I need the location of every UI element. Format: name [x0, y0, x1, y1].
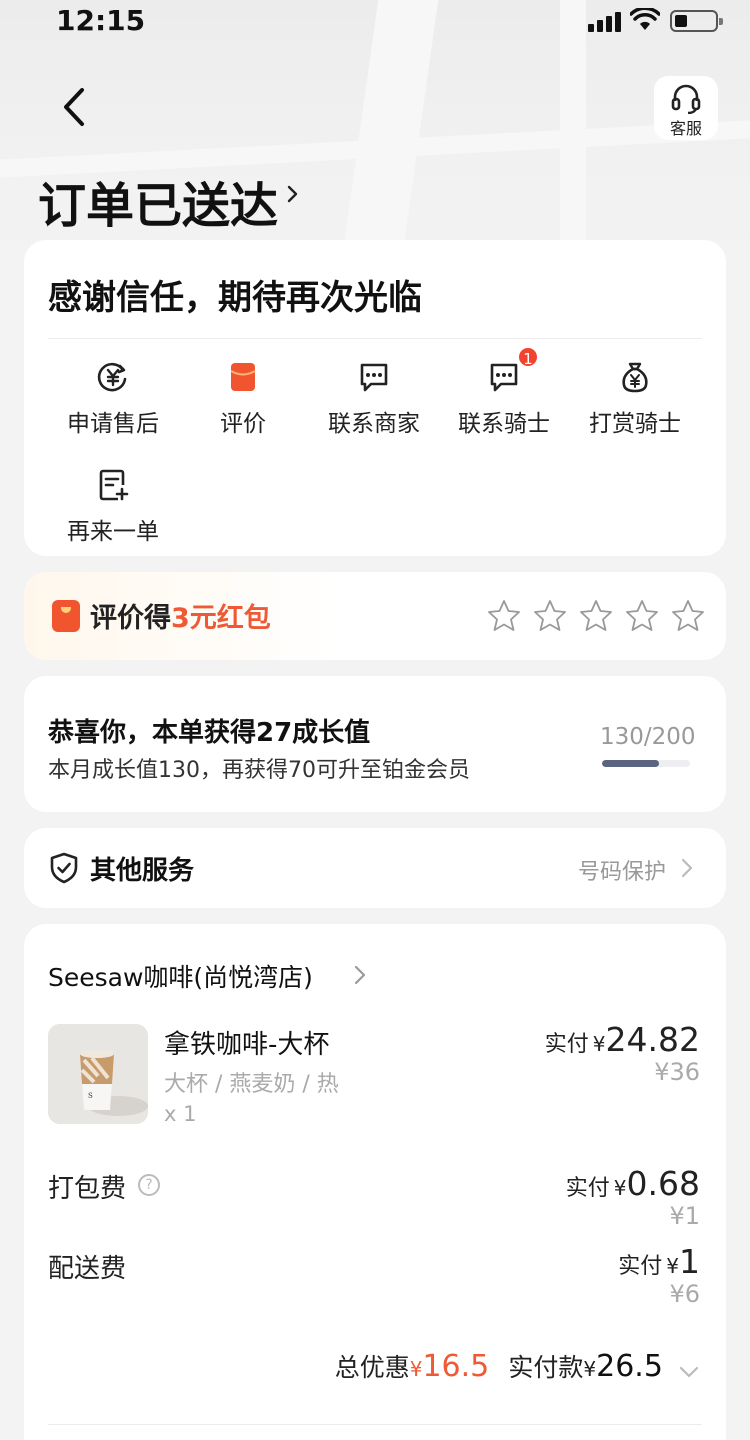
total-summary[interactable]: 总优惠¥16.5 实付款¥26.5	[335, 1348, 700, 1388]
coffee-cup-image: S	[48, 1024, 148, 1124]
original-price: ¥1	[669, 1202, 700, 1230]
action-label: 评价	[220, 411, 266, 437]
action-label: 联系商家	[328, 411, 420, 437]
total-paid-label: 实付款	[508, 1353, 584, 1382]
original-price: ¥36	[654, 1058, 700, 1086]
product-name: 拿铁咖啡-大杯	[164, 1030, 330, 1060]
shield-check-icon	[50, 852, 78, 884]
order-detail-card: Seesaw咖啡(尚悦湾店) S 拿铁咖啡-大杯 大杯 / 燕麦奶 / 热 x …	[24, 924, 726, 1440]
growth-title: 恭喜你，本单获得27成长值	[48, 718, 371, 748]
total-paid-amount: ¥26.5	[583, 1349, 663, 1384]
star-icon[interactable]	[486, 598, 522, 634]
discount-label: 总优惠	[334, 1353, 410, 1382]
packing-fee-label: 打包费	[48, 1174, 127, 1204]
star-icon[interactable]	[578, 598, 614, 634]
action-label: 联系骑士	[458, 411, 550, 437]
red-envelope-icon	[230, 363, 256, 391]
money-bag-icon	[622, 362, 648, 393]
star-icon[interactable]	[532, 598, 568, 634]
original-price: ¥6	[669, 1280, 700, 1308]
paid-amount: 24.82	[605, 1020, 700, 1059]
thanks-text: 感谢信任，期待再次光临	[48, 278, 422, 318]
currency-symbol: ¥	[409, 1357, 423, 1381]
growth-card[interactable]: 恭喜你，本单获得27成长值 本月成长值130，再获得70可升至铂金会员 130/…	[24, 676, 726, 812]
action-label: 打赏骑士	[589, 411, 681, 437]
chevron-down-icon[interactable]	[678, 1365, 700, 1379]
reorder-icon	[99, 469, 129, 501]
wifi-icon	[630, 8, 660, 30]
customer-service-label: 客服	[669, 119, 702, 138]
chevron-right-icon[interactable]	[284, 182, 302, 206]
star-icon[interactable]	[624, 598, 660, 634]
chevron-right-icon[interactable]	[354, 964, 366, 986]
currency-symbol: ¥	[583, 1357, 597, 1381]
product-price: 实付 ¥24.82 ¥36	[545, 1020, 700, 1085]
discount-value: 16.5	[422, 1349, 490, 1384]
star-rating[interactable]	[476, 598, 706, 634]
customer-service-button[interactable]: 客服	[654, 76, 718, 140]
growth-score: 130/200	[600, 724, 696, 750]
delivery-fee-label: 配送费	[48, 1254, 127, 1284]
review-promo-text: 评价得3元红包	[90, 596, 271, 635]
growth-subtitle: 本月成长值130，再获得70可升至铂金会员	[48, 758, 470, 783]
paid-label: 实付	[565, 1176, 610, 1201]
currency-symbol: ¥	[613, 1176, 627, 1200]
red-envelope-icon	[52, 600, 80, 632]
packing-fee-price: 实付 ¥0.68 ¥1	[566, 1164, 700, 1229]
paid-amount: 1	[679, 1242, 700, 1281]
review-prefix: 评价得	[90, 603, 171, 634]
paid-amount: 0.68	[626, 1164, 700, 1203]
product-quantity: x 1	[164, 1102, 197, 1126]
headset-icon	[671, 84, 701, 114]
order-status-card: 感谢信任，期待再次光临 申请售后 评价 联系商家 1 联系骑士 打赏骑士 再来一…	[24, 240, 726, 556]
growth-progress-fill	[602, 760, 660, 767]
discount-amount: ¥16.5	[410, 1349, 490, 1384]
divider	[48, 1424, 702, 1425]
review-reward: 3元红包	[171, 603, 271, 634]
growth-progress-bar	[602, 760, 690, 767]
page-title[interactable]: 订单已送达	[38, 166, 278, 236]
star-icon[interactable]	[670, 598, 706, 634]
chat-bubble-icon	[360, 363, 388, 392]
status-time: 12:15	[56, 4, 146, 37]
chevron-right-icon	[681, 858, 693, 878]
review-card[interactable]: 评价得3元红包	[24, 572, 726, 660]
currency-symbol: ¥	[666, 1254, 679, 1278]
signal-icon	[588, 10, 622, 32]
notification-badge: 1	[517, 346, 539, 368]
product-image[interactable]: S	[48, 1024, 148, 1124]
shop-name[interactable]: Seesaw咖啡(尚悦湾店)	[48, 958, 313, 994]
divider	[48, 338, 702, 339]
currency-symbol: ¥	[592, 1032, 606, 1056]
svg-text:S: S	[88, 1092, 93, 1100]
product-spec: 大杯 / 燕麦奶 / 热	[164, 1072, 339, 1097]
action-label: 申请售后	[67, 411, 159, 437]
paid-label: 实付	[618, 1254, 663, 1279]
chat-bubble-icon	[490, 363, 518, 392]
back-icon[interactable]	[52, 84, 98, 130]
total-paid-value: 26.5	[596, 1349, 663, 1384]
service-title: 其他服务	[90, 856, 195, 886]
paid-label: 实付	[544, 1032, 589, 1057]
yen-refund-icon	[97, 362, 127, 392]
battery-icon	[670, 10, 723, 32]
other-services-card[interactable]: 其他服务 号码保护	[24, 828, 726, 908]
delivery-fee-price: 实付 ¥1 ¥6	[618, 1242, 700, 1307]
status-bar: 12:15	[0, 0, 750, 44]
number-protection-label: 号码保护	[577, 860, 666, 885]
question-circle-icon[interactable]: ?	[138, 1174, 160, 1196]
action-label: 再来一单	[67, 519, 159, 545]
